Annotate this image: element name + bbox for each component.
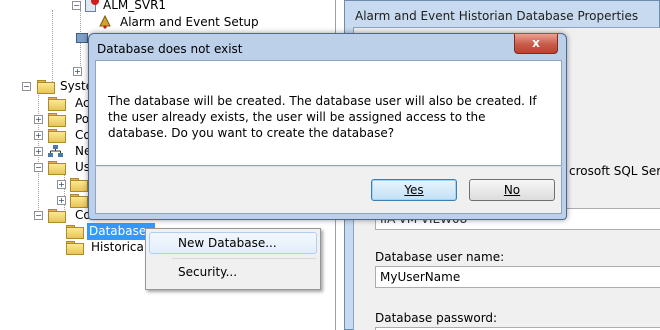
federation-icon: [76, 33, 88, 43]
context-menu: New Database... Security...: [145, 228, 321, 290]
collapse-icon[interactable]: −: [34, 163, 43, 172]
close-icon: x: [532, 36, 540, 50]
tree-item-us[interactable]: − Us: [34, 159, 94, 176]
dialog-message: The database will be created. The databa…: [108, 94, 537, 140]
expand-icon[interactable]: +: [34, 147, 43, 156]
tree-item-po[interactable]: + Po: [34, 111, 94, 128]
folder-icon: [48, 161, 66, 175]
close-button[interactable]: x: [514, 34, 558, 54]
database-not-exist-dialog: Database does not exist x The database w…: [88, 33, 567, 220]
folder-icon: [48, 209, 66, 223]
menu-item-security[interactable]: Security...: [149, 261, 317, 283]
tree-item-co-2[interactable]: − Co: [34, 207, 94, 224]
tree-item-federation[interactable]: [74, 30, 88, 47]
dialog-button-bar: Yes No: [95, 166, 562, 214]
db-user-label: Database user name:: [375, 250, 505, 264]
folder-icon: [48, 113, 66, 127]
expand-icon[interactable]: +: [57, 196, 66, 205]
folder-icon: [70, 178, 88, 192]
dialog-message-area: The database will be created. The databa…: [95, 60, 562, 166]
folder-icon: [37, 80, 55, 94]
menu-separator: [172, 258, 316, 259]
expand-icon[interactable]: +: [73, 67, 82, 76]
collapse-icon[interactable]: −: [72, 1, 81, 10]
tree-item-alarm-event-setup[interactable]: Alarm and Event Setup: [96, 13, 296, 30]
expand-icon[interactable]: +: [34, 131, 43, 140]
tree-label: Alarm and Event Setup: [120, 15, 259, 29]
no-button[interactable]: No: [469, 179, 555, 201]
alarm-setup-icon: [98, 14, 112, 29]
tree-item-us-child[interactable]: +: [57, 176, 88, 193]
server-type-label: crosoft SQL Server: [569, 164, 660, 178]
tree-item-co[interactable]: + Co: [34, 127, 94, 144]
expand-icon[interactable]: +: [57, 180, 66, 189]
alarm-icon: [91, 0, 99, 5]
dialog-title: Database does not exist: [97, 42, 243, 56]
network-icon: [48, 145, 63, 158]
folder-icon: [48, 97, 66, 111]
folder-icon: [66, 241, 84, 255]
folder-icon: [48, 129, 66, 143]
yes-button[interactable]: Yes: [371, 179, 457, 201]
tree-item-alm-svr1[interactable]: − ALM_SVR1: [70, 0, 270, 14]
db-user-field[interactable]: MyUserName: [375, 266, 660, 288]
tree-item-ne[interactable]: + Ne: [34, 143, 94, 160]
expand-icon[interactable]: +: [34, 115, 43, 124]
tree-item-databases[interactable]: Databases: [66, 223, 155, 240]
no-button-label: No: [503, 183, 521, 197]
folder-icon: [70, 194, 88, 208]
tree-label: ALM_SVR1: [103, 0, 167, 12]
folder-icon: [66, 225, 84, 239]
db-password-label: Database password:: [375, 311, 498, 325]
menu-item-new-database[interactable]: New Database...: [149, 232, 317, 254]
collapse-icon[interactable]: −: [34, 211, 43, 220]
collapse-icon[interactable]: −: [22, 82, 31, 91]
tree-item-historical[interactable]: Historical D: [66, 239, 160, 256]
yes-button-label: Yes: [404, 183, 424, 197]
window-title: Alarm and Event Historian Database Prope…: [355, 9, 639, 23]
